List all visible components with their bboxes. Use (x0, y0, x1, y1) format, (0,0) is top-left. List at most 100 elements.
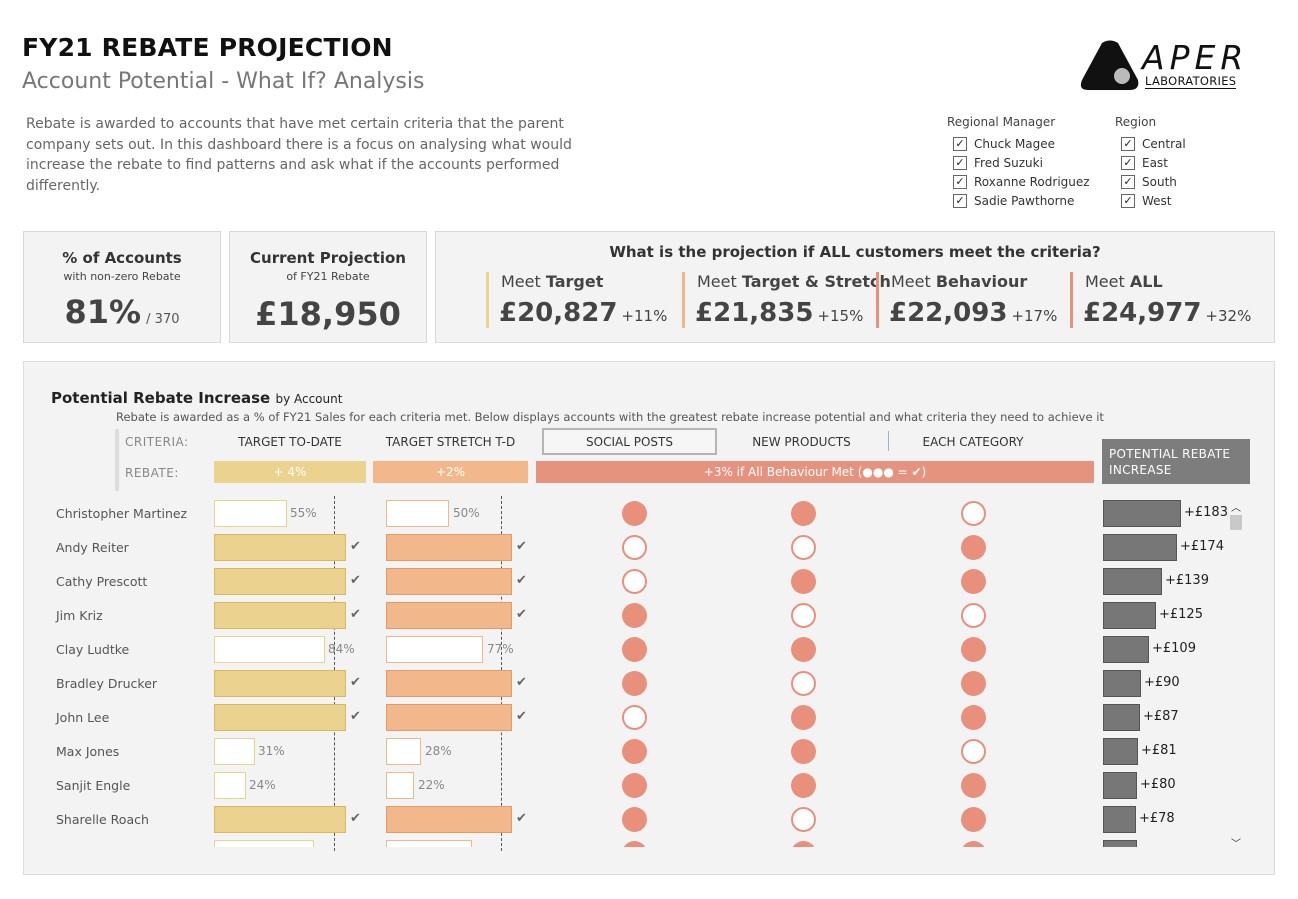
target-bar[interactable] (214, 500, 287, 527)
checkbox-checked-icon[interactable]: ✓ (953, 175, 967, 189)
products-met-icon[interactable] (791, 739, 816, 764)
category-met-icon[interactable] (961, 807, 986, 832)
category-unmet-icon[interactable] (961, 603, 986, 628)
category-met-icon[interactable] (961, 773, 986, 798)
checkbox-checked-icon[interactable]: ✓ (1121, 194, 1135, 208)
potential-bar[interactable] (1103, 636, 1149, 663)
scenario-0: Meet Target £20,827 +11% (486, 272, 676, 328)
account-name: Sanjit Engle (56, 778, 131, 793)
target-bar[interactable] (214, 738, 255, 765)
social-unmet-icon[interactable] (622, 569, 647, 594)
category-met-icon[interactable] (961, 637, 986, 662)
target-bar[interactable] (214, 670, 346, 697)
potential-value: +£139 (1165, 573, 1209, 588)
products-met-icon[interactable] (791, 773, 816, 798)
scenario-color-bar (1070, 272, 1073, 328)
category-met-icon[interactable] (961, 705, 986, 730)
scenario-pct: +17% (1011, 307, 1058, 325)
company-logo: APER LABORATORIES (1080, 38, 1255, 93)
scroll-down-icon[interactable]: ﹀ (1229, 835, 1243, 850)
social-met-icon[interactable] (622, 739, 647, 764)
target-bar[interactable] (214, 840, 314, 847)
category-unmet-icon[interactable] (961, 501, 986, 526)
checkbox-checked-icon[interactable]: ✓ (953, 156, 967, 170)
social-met-icon[interactable] (622, 603, 647, 628)
scenario-label-bold: Target (545, 272, 604, 291)
checkbox-checked-icon[interactable]: ✓ (1121, 137, 1135, 151)
stretch-bar[interactable] (386, 568, 512, 595)
category-unmet-icon[interactable] (961, 739, 986, 764)
stretch-met-check-icon: ✔ (516, 539, 527, 554)
social-met-icon[interactable] (622, 637, 647, 662)
target-bar[interactable] (214, 602, 346, 629)
stretch-bar[interactable] (386, 806, 512, 833)
stretch-bar[interactable] (386, 670, 512, 697)
scenario-label: Meet Behaviour (891, 272, 1027, 291)
category-met-icon[interactable] (961, 671, 986, 696)
scroll-thumb[interactable] (1230, 515, 1242, 530)
category-met-icon[interactable] (961, 535, 986, 560)
stretch-bar[interactable] (386, 602, 512, 629)
products-met-icon[interactable] (791, 501, 816, 526)
stretch-bar[interactable] (386, 534, 512, 561)
stretch-bar[interactable] (386, 704, 512, 731)
social-met-icon[interactable] (622, 671, 647, 696)
potential-bar[interactable] (1103, 840, 1137, 847)
category-met-icon[interactable] (961, 569, 986, 594)
potential-bar[interactable] (1103, 568, 1162, 595)
stretch-bar[interactable] (386, 738, 421, 765)
account-name: Christopher Martinez (56, 506, 188, 521)
products-unmet-icon[interactable] (791, 603, 816, 628)
scrollbar[interactable]: ︿ ﹀ (1229, 499, 1243, 850)
products-met-icon[interactable] (791, 705, 816, 730)
potential-bar[interactable] (1103, 806, 1136, 833)
target-bar[interactable] (214, 568, 346, 595)
stretch-bar[interactable] (386, 500, 449, 527)
products-unmet-icon[interactable] (791, 535, 816, 560)
products-unmet-icon[interactable] (791, 671, 816, 696)
products-met-icon[interactable] (791, 569, 816, 594)
potential-bar[interactable] (1103, 704, 1140, 731)
target-bar[interactable] (214, 534, 346, 561)
products-met-icon[interactable] (791, 841, 816, 847)
potential-value: +£183 (1184, 505, 1228, 520)
target-bar[interactable] (214, 636, 325, 663)
potential-value: +£109 (1152, 641, 1196, 656)
products-unmet-icon[interactable] (791, 807, 816, 832)
account-name: Dean Katz (56, 846, 120, 847)
scenario-3: Meet ALL £24,977 +32% (1070, 272, 1260, 328)
account-name: Cathy Prescott (56, 574, 148, 589)
potential-bar[interactable] (1103, 602, 1156, 629)
products-met-icon[interactable] (791, 637, 816, 662)
region-filter-option-label: Central (1142, 137, 1186, 151)
target-bar[interactable] (214, 772, 246, 799)
social-unmet-icon[interactable] (622, 535, 647, 560)
potential-bar[interactable] (1103, 500, 1181, 527)
social-met-icon[interactable] (622, 501, 647, 526)
stretch-bar[interactable] (386, 772, 414, 799)
target-met-check-icon: ✔ (350, 573, 361, 588)
target-bar[interactable] (214, 704, 346, 731)
scenario-amount: £21,835 (695, 298, 814, 328)
checkbox-checked-icon[interactable]: ✓ (953, 194, 967, 208)
checkbox-checked-icon[interactable]: ✓ (953, 137, 967, 151)
region-filter-option-label: East (1142, 156, 1168, 170)
checkbox-checked-icon[interactable]: ✓ (1121, 156, 1135, 170)
potential-bar[interactable] (1103, 772, 1137, 799)
social-met-icon[interactable] (622, 773, 647, 798)
potential-bar[interactable] (1103, 738, 1138, 765)
stretch-bar[interactable] (386, 840, 472, 847)
target-pct: 84% (328, 642, 355, 656)
target-bar[interactable] (214, 806, 346, 833)
category-met-icon[interactable] (961, 841, 986, 847)
social-unmet-icon[interactable] (622, 705, 647, 730)
checkbox-checked-icon[interactable]: ✓ (1121, 175, 1135, 189)
social-met-icon[interactable] (622, 841, 647, 847)
social-met-icon[interactable] (622, 807, 647, 832)
page-subtitle: Account Potential - What If? Analysis (22, 69, 425, 94)
scroll-up-icon[interactable]: ︿ (1229, 499, 1243, 514)
potential-value: +£87 (1143, 709, 1179, 724)
potential-bar[interactable] (1103, 670, 1141, 697)
potential-bar[interactable] (1103, 534, 1177, 561)
stretch-bar[interactable] (386, 636, 483, 663)
